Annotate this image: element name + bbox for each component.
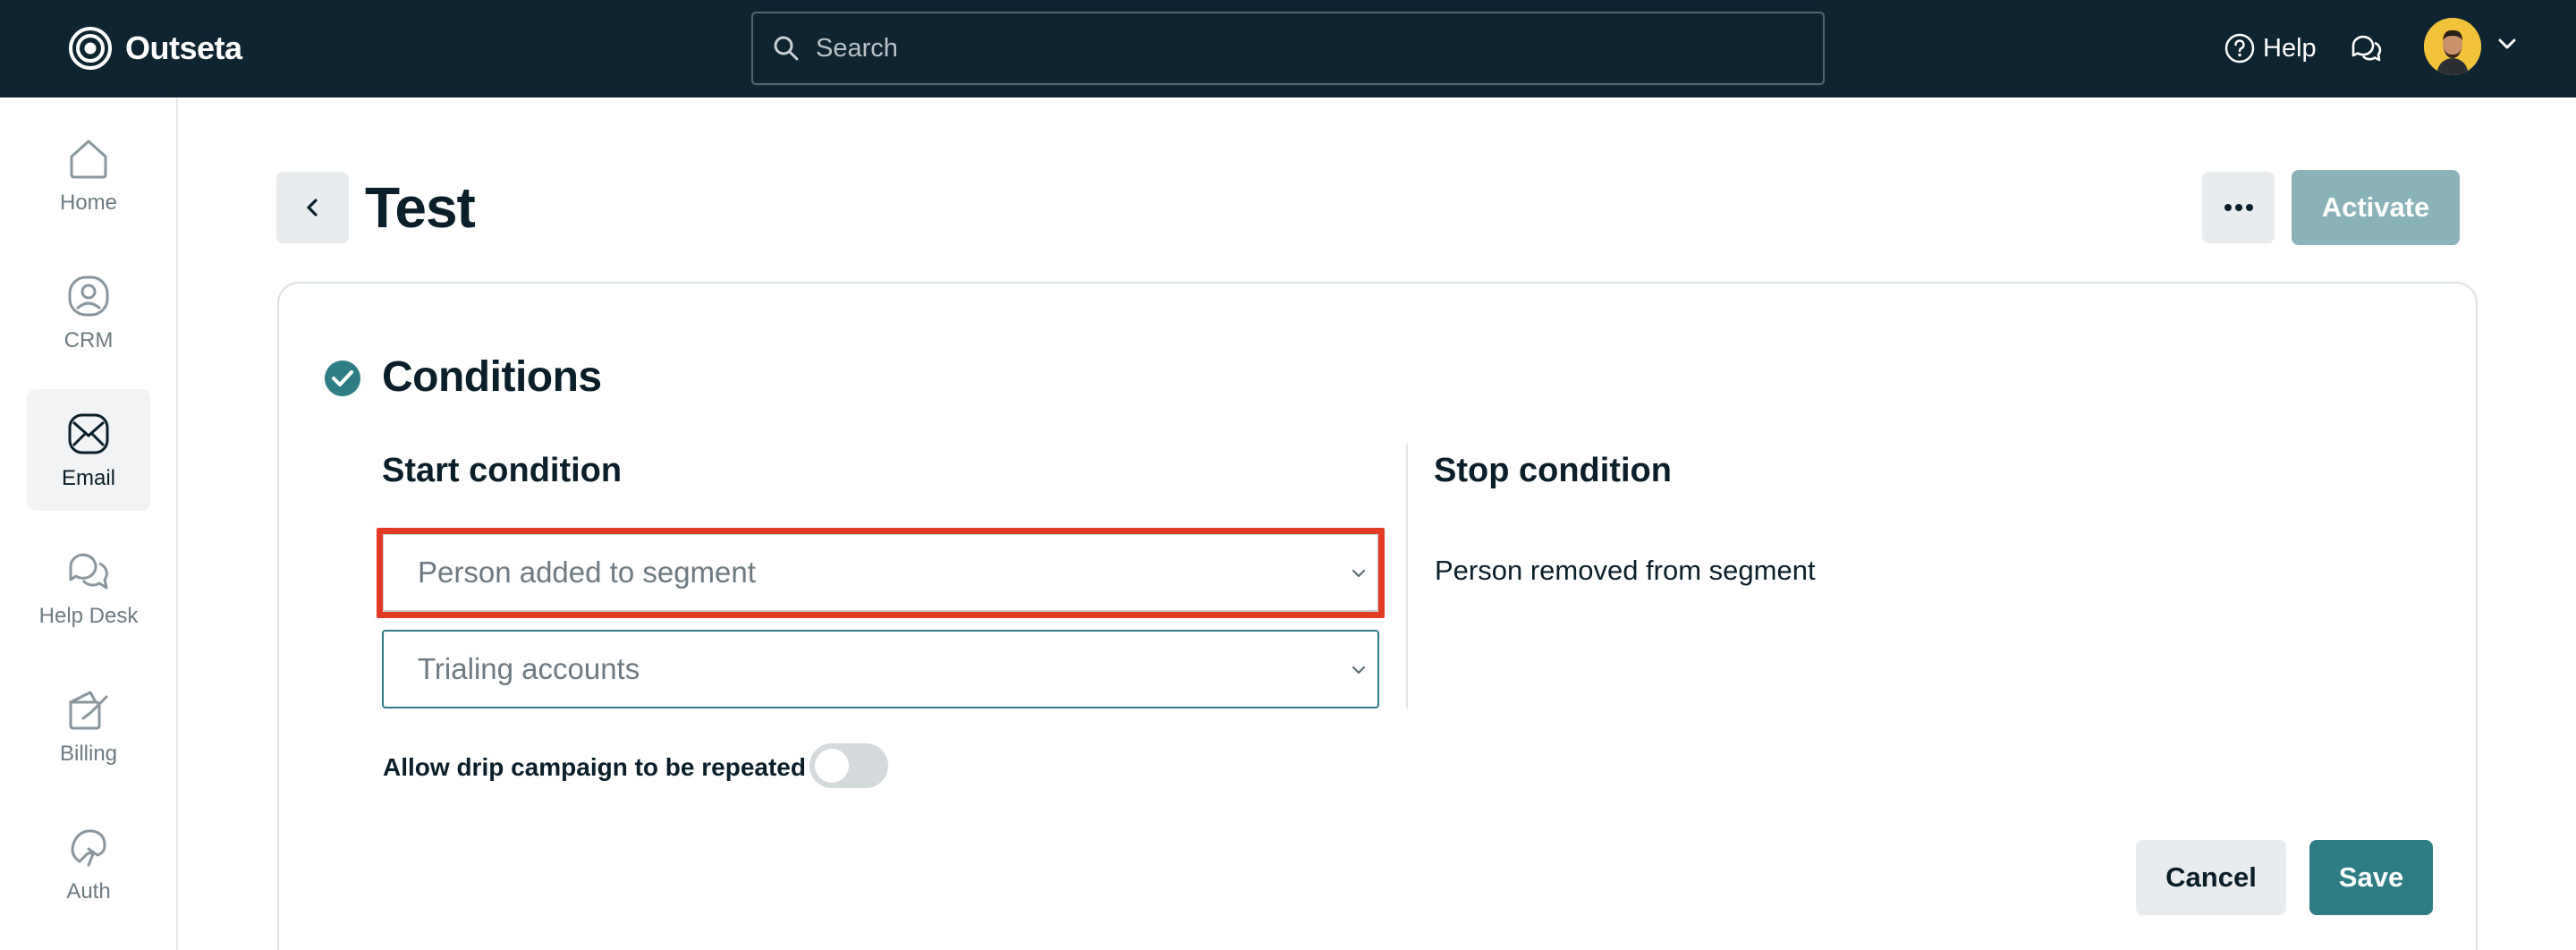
sidebar-item-email[interactable]: Email: [27, 389, 150, 511]
sidebar-item-crm[interactable]: CRM: [27, 251, 150, 373]
help-desk-icon: [69, 553, 108, 590]
sidebar-item-help-desk[interactable]: Help Desk: [27, 527, 150, 649]
top-bar: Outseta Help: [0, 0, 2576, 98]
column-divider: [1406, 444, 1408, 708]
search-box[interactable]: [751, 12, 1825, 85]
auth-icon: [71, 829, 106, 867]
help-label: Help: [2263, 33, 2317, 63]
page-title: Test: [365, 175, 476, 240]
crm-icon: [68, 276, 109, 317]
cancel-button[interactable]: Cancel: [2136, 840, 2286, 915]
sidebar-item-label: Billing: [59, 742, 118, 766]
app-logo[interactable]: Outseta: [68, 25, 242, 72]
sidebar-item-label: Auth: [66, 879, 111, 903]
activate-button[interactable]: Activate: [2292, 170, 2460, 245]
save-button[interactable]: Save: [2309, 840, 2433, 915]
stop-condition-title: Stop condition: [1434, 452, 1672, 489]
sidebar-item-label: Home: [59, 191, 118, 215]
more-options-button[interactable]: [2202, 172, 2275, 243]
more-horizontal-icon: [2224, 204, 2253, 211]
chevron-left-icon: [306, 199, 318, 216]
conditions-title: Conditions: [382, 353, 602, 401]
question-circle-icon: [2224, 33, 2255, 64]
sidebar-item-billing[interactable]: Billing: [27, 665, 150, 786]
outseta-logo-icon: [69, 27, 112, 70]
check-circle-icon: [325, 360, 360, 396]
billing-icon: [69, 691, 108, 730]
sidebar-item-label: Help Desk: [38, 604, 139, 628]
sidebar-item-label: CRM: [64, 328, 114, 352]
back-button[interactable]: [276, 172, 349, 243]
stop-condition-value: Person removed from segment: [1435, 555, 1816, 586]
sidebar-item-label: Email: [61, 466, 115, 490]
highlight-box: [377, 528, 1385, 618]
segment-value: Trialing accounts: [418, 652, 640, 685]
sidebar-item-home[interactable]: Home: [27, 114, 150, 235]
sidebar: Home CRM Email Help Desk Billing Auth: [0, 98, 178, 950]
chevron-down-icon: [1352, 666, 1365, 674]
search-icon: [774, 36, 799, 61]
user-avatar[interactable]: [2424, 18, 2481, 75]
search-input[interactable]: [816, 33, 1823, 64]
help-link[interactable]: Help: [2224, 30, 2317, 66]
repeat-toggle[interactable]: [809, 743, 888, 788]
avatar-image: [2424, 18, 2481, 75]
home-icon: [70, 140, 107, 179]
sidebar-item-auth[interactable]: Auth: [27, 802, 150, 924]
segment-select[interactable]: Trialing accounts: [382, 630, 1379, 708]
start-condition-title: Start condition: [382, 452, 623, 489]
chevron-down-icon[interactable]: [2496, 32, 2519, 55]
app-name: Outseta: [125, 30, 242, 66]
repeat-toggle-label: Allow drip campaign to be repeated: [383, 753, 806, 781]
email-icon: [68, 413, 109, 454]
toggle-knob: [815, 749, 849, 783]
chat-icon[interactable]: [2349, 31, 2383, 65]
